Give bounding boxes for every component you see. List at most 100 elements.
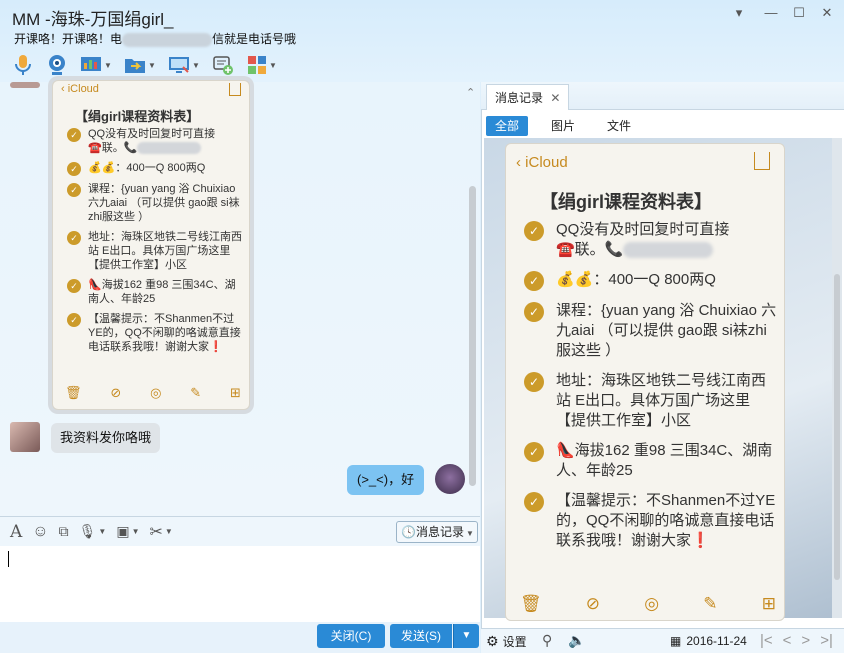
compose-icon: ⊞: [230, 385, 241, 400]
history-pager: |< < > >|: [760, 632, 833, 649]
chat-toolbar: ▼ ▼ ▼ ▼: [8, 50, 282, 80]
scrollbar-thumb[interactable]: [834, 274, 840, 580]
history-button-label: 消息记录: [415, 525, 464, 539]
share-screen-button[interactable]: ▼: [76, 51, 116, 79]
contact-avatar[interactable]: [10, 422, 40, 452]
chevron-down-icon: ▼: [164, 527, 173, 536]
list-item: ✓ 👠海拔162 重98 三围34C、湖南人、年龄25: [524, 441, 780, 481]
apps-grid-icon: [248, 56, 267, 74]
tab-message-history[interactable]: 消息记录 ✕: [486, 84, 570, 110]
send-button[interactable]: 发送(S): [390, 624, 452, 648]
minimize-button[interactable]: —: [760, 4, 782, 22]
check-icon: ✓: [67, 313, 81, 327]
voice-call-button[interactable]: [8, 51, 38, 79]
redacted-blur: [137, 142, 202, 155]
list-item: ✓ 💰💰：400一Q 800两Q: [524, 270, 780, 291]
list-item: ✓ 👠海拔162 重98 三围34C、湖南人、年龄25: [67, 278, 245, 306]
compose-icon: ⊞: [761, 594, 776, 613]
image-message[interactable]: ‹ iCloud 【绢girl课程资料表】 ✓ QQ没有及时回复时可直接 ☎️联。📞…: [52, 80, 250, 410]
invite-button[interactable]: [208, 51, 238, 79]
speaker-icon[interactable]: 🔈: [568, 632, 585, 649]
file-transfer-button[interactable]: ▼: [120, 51, 160, 79]
trash-icon: 🗑: [65, 385, 82, 400]
clock-icon: 🕓: [401, 525, 416, 539]
contact-signature: 开课咯！开课咯！电 信就是电话号哦: [14, 30, 296, 47]
remote-desktop-button[interactable]: ▼: [164, 51, 204, 79]
sticker-icon: ⧉: [58, 523, 69, 539]
chevron-left-icon: ‹: [516, 154, 526, 171]
chat-scrollbar[interactable]: [468, 86, 478, 516]
chevron-down-icon: ▼: [148, 60, 156, 70]
share-icon: [229, 83, 241, 96]
last-page-icon[interactable]: >|: [820, 632, 833, 649]
redacted-blur: [623, 242, 714, 259]
checkmark-circle-icon: ⊘: [585, 594, 601, 613]
chevron-down-icon: ▼: [131, 527, 140, 536]
filter-all[interactable]: 全部: [486, 116, 529, 136]
list-item: ✓ 课程：{yuan yang 浴 Chuixiao 六九aiai （可以提供 g…: [67, 182, 245, 224]
search-icon[interactable]: ⚲: [542, 632, 552, 649]
sticker-button[interactable]: ⧉: [59, 523, 69, 540]
voice-message-button[interactable]: 🎙 ▼: [79, 523, 107, 540]
list-item: ✓ 课程：{yuan yang 浴 Chuixiao 六九aiai （可以提供 g…: [524, 301, 780, 361]
video-call-button[interactable]: [42, 51, 72, 79]
scrollbar-thumb[interactable]: [469, 186, 476, 486]
my-avatar[interactable]: [435, 464, 465, 494]
note-toolbar: 🗑 ⊘ ◎ ✎ ⊞: [65, 385, 241, 401]
apps-button[interactable]: ▼: [242, 51, 282, 79]
first-page-icon[interactable]: |<: [760, 632, 773, 649]
check-icon: ✓: [67, 128, 81, 142]
signature-text-end: 信就是电话号哦: [212, 32, 297, 46]
date-label: 2016-11-24: [686, 634, 747, 648]
history-image[interactable]: ‹ iCloud 【绢girl课程资料表】 ✓ QQ没有及时回复时可直接 ☎️联。📞…: [505, 143, 785, 621]
font-button[interactable]: A: [10, 522, 22, 542]
note-toolbar: 🗑 ⊘ ◎ ✎ ⊞: [520, 594, 776, 614]
chevron-left-icon: ‹: [61, 83, 68, 95]
window-title: MM -海珠-万国绢girl_: [12, 10, 174, 29]
send-options-button[interactable]: ▼: [453, 624, 479, 648]
sketch-icon: ✎: [190, 385, 202, 400]
check-icon: ✓: [524, 271, 544, 291]
close-button[interactable]: 关闭(C): [317, 624, 385, 648]
scissors-icon: ✂: [149, 523, 163, 541]
avatar-partial: [10, 82, 40, 88]
list-item: ✓ 地址：海珠区地铁二号线江南西站 E出口。具体万国广场这里【提供工作室】小区: [524, 371, 780, 431]
maximize-button[interactable]: ☐: [788, 4, 810, 22]
image-button[interactable]: ▣ ▼: [116, 523, 139, 540]
font-icon: A: [10, 521, 23, 542]
check-icon: ✓: [524, 221, 544, 241]
message-history-button[interactable]: 🕓消息记录 ▼: [396, 521, 478, 543]
list-item: ✓ QQ没有及时回复时可直接 ☎️联。📞: [67, 127, 245, 155]
microphone-icon: 🎙: [78, 523, 97, 539]
smiley-icon: ☺: [32, 522, 49, 540]
message-input[interactable]: [0, 546, 480, 622]
filter-files[interactable]: 文件: [598, 116, 640, 136]
chevron-down-icon: ▼: [465, 529, 474, 538]
skin-menu-button[interactable]: ▾: [728, 4, 750, 22]
back-link: ‹ iCloud: [61, 83, 99, 95]
back-link: ‹ iCloud: [516, 154, 568, 171]
check-icon: ✓: [67, 279, 81, 293]
monitor-icon: [169, 57, 190, 73]
history-scrollbar[interactable]: [832, 138, 842, 618]
check-icon: ✓: [67, 231, 81, 245]
chevron-down-icon: ▼: [269, 60, 277, 70]
share-icon: [754, 152, 770, 170]
microphone-icon: [15, 55, 31, 75]
prev-page-icon[interactable]: <: [783, 632, 792, 649]
check-icon: ✓: [524, 372, 544, 392]
emoji-button[interactable]: ☺: [32, 523, 48, 541]
next-page-icon[interactable]: >: [801, 632, 810, 649]
webcam-icon: [49, 55, 65, 75]
screenshot-button[interactable]: ✂ ▼: [149, 522, 172, 542]
date-picker[interactable]: ▦ 2016-11-24: [670, 634, 747, 648]
filter-images[interactable]: 图片: [542, 116, 584, 136]
settings-button[interactable]: ⚙ 设置: [486, 633, 527, 650]
camera-icon: ◎: [644, 594, 660, 613]
close-window-button[interactable]: ✕: [816, 4, 838, 22]
folder-send-icon: [125, 59, 146, 73]
settings-label: 设置: [502, 635, 527, 649]
outgoing-message: (>_<)，好: [347, 465, 425, 495]
text-cursor: [8, 551, 9, 567]
close-icon[interactable]: ✕: [550, 91, 560, 105]
